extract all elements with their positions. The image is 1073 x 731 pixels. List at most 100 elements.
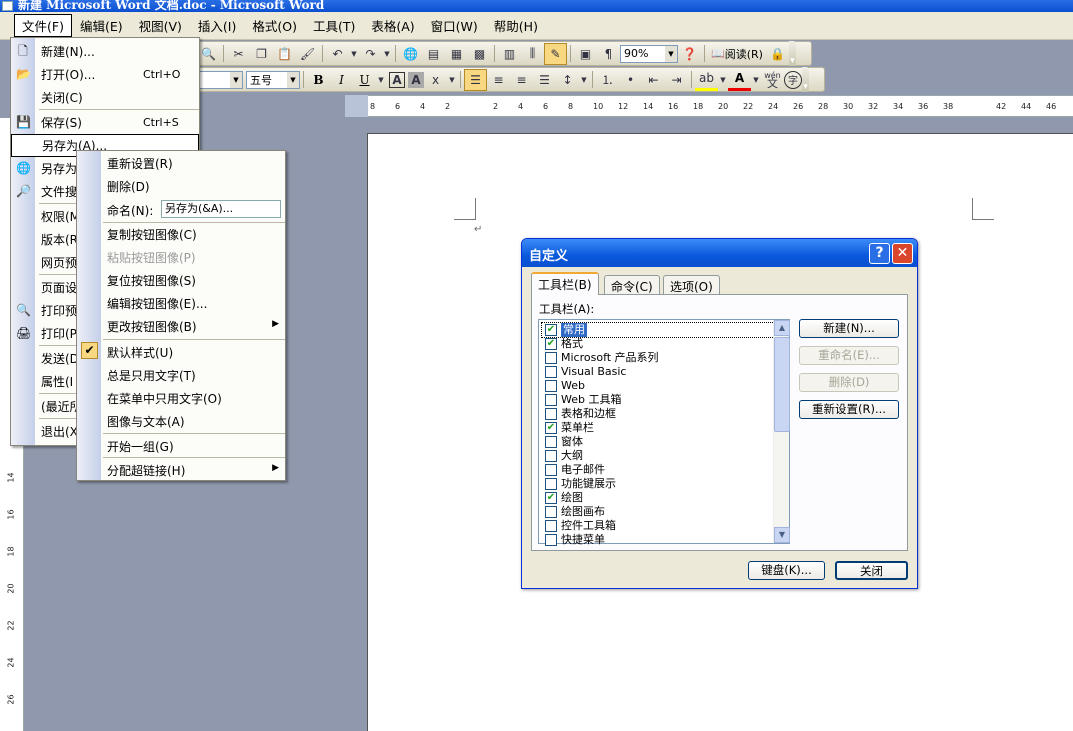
font-name-combo[interactable]: ▼ [197,70,243,89]
format-painter-icon[interactable]: 🖌 [296,43,319,65]
ctx-text-only-menus[interactable]: 在菜单中只用文字(O) [77,386,285,409]
toolbar-checkbox[interactable]: ✔ [545,338,557,350]
copy-icon[interactable]: ❐ [250,43,273,65]
toolbar-checkbox[interactable]: ✔ [545,422,557,434]
highlight-icon[interactable]: ab [695,69,718,91]
toolbar-checkbox[interactable] [545,394,557,406]
tab-toolbars[interactable]: 工具栏(B) [531,272,599,295]
redo-dropdown-icon[interactable]: ▼ [382,43,392,65]
toolbar-list-item[interactable]: 表格和边框 [542,407,774,421]
undo-dropdown-icon[interactable]: ▼ [349,43,359,65]
toolbar-checkbox[interactable] [545,436,557,448]
toolbar-list-item[interactable]: Web [542,379,774,393]
keyboard-button[interactable]: 键盘(K)... [748,561,825,580]
toolbar-checkbox[interactable] [545,478,557,490]
line-spacing-dropdown-icon[interactable]: ▼ [579,69,589,91]
menu-edit[interactable]: 编辑(E) [72,14,131,37]
ctx-assign-hyperlink[interactable]: 分配超链接(H) ▶ [77,458,285,481]
ctx-edit-image[interactable]: 编辑按钮图像(E)... [77,291,285,314]
menu-window[interactable]: 窗口(W) [423,14,486,37]
file-menu-close[interactable]: 关闭(C) [11,86,199,109]
file-menu-open[interactable]: 📂 打开(O)... Ctrl+O [11,63,199,86]
decrease-indent-icon[interactable]: ⇤ [642,69,665,91]
menu-help[interactable]: 帮助(H) [486,14,546,37]
toolbar-list-item[interactable]: ✔ 绘图 [542,491,774,505]
ctx-delete[interactable]: 删除(D) [77,174,285,197]
toolbar-checkbox[interactable]: ✔ [545,324,557,336]
font-size-dropdown-icon[interactable]: ▼ [287,71,299,88]
toolbar-list-item[interactable]: Visual Basic [542,365,774,379]
toolbar-list-item[interactable]: 控件工具箱 [542,519,774,533]
font-name-dropdown-icon[interactable]: ▼ [230,71,242,88]
increase-indent-icon[interactable]: ⇥ [665,69,688,91]
permission-icon[interactable]: 🔒 [766,43,789,65]
italic-button[interactable]: I [330,69,353,91]
reset-toolbar-button[interactable]: 重新设置(R)... [799,400,899,419]
scroll-thumb[interactable] [774,337,790,432]
toolbar-list-item[interactable]: ✔ 常用 [541,322,775,338]
underline-dropdown-icon[interactable]: ▼ [376,69,386,91]
toolbars-list[interactable]: ✔ 常用 ✔ 格式 Microsoft 产品系列 Visual Basic Web Web 工… [538,319,790,547]
menu-insert[interactable]: 插入(I) [190,14,244,37]
enclose-characters-icon[interactable]: 字 [784,70,802,89]
toolbar-list-item[interactable]: Web 工具箱 [542,393,774,407]
drawing-icon[interactable]: ⫼ [521,43,544,65]
dialog-close-button[interactable]: 关闭 [835,561,908,580]
phonetic-guide-button[interactable]: wén 文 [761,69,784,91]
toolbar-list-item[interactable]: 窗体 [542,435,774,449]
ctx-change-image[interactable]: 更改按钮图像(B) ▶ [77,314,285,337]
toolbar-list-item[interactable]: 电子邮件 [542,463,774,477]
toolbar-options-icon[interactable]: ▾ [802,67,809,92]
font-size-combo[interactable]: 五号 ▼ [246,70,300,89]
zoom-dropdown-icon[interactable]: ▼ [665,45,677,62]
toolbar-checkbox[interactable] [545,534,557,546]
cut-icon[interactable]: ✂ [227,43,250,65]
align-center-icon[interactable]: ≡ [487,69,510,91]
toolbar-list-item[interactable]: 快捷菜单 [542,533,774,547]
toolbar-checkbox[interactable]: ✔ [545,492,557,504]
tab-commands[interactable]: 命令(C) [604,275,660,294]
font-color-button[interactable]: A [728,69,751,91]
toolbar-options-icon[interactable]: ▾ [788,41,796,66]
scroll-up-icon[interactable]: ▲ [774,320,790,336]
char-scaling-icon[interactable]: ⅹ [424,69,447,91]
menu-table[interactable]: 表格(A) [363,14,422,37]
align-right-icon[interactable]: ≡ [510,69,533,91]
toolbar-list-item[interactable]: 绘图画布 [542,505,774,519]
toolbar-checkbox[interactable] [545,520,557,532]
line-spacing-icon[interactable]: ↕ [556,69,579,91]
font-color-dropdown-icon[interactable]: ▼ [751,69,761,91]
hyperlink-icon[interactable]: 🌐 [399,43,422,65]
ctx-text-only-always[interactable]: 总是只用文字(T) [77,363,285,386]
numbering-icon[interactable]: ⒈ [596,69,619,91]
menu-format[interactable]: 格式(O) [244,14,305,37]
scroll-down-icon[interactable]: ▼ [774,527,790,543]
char-scaling-dropdown-icon[interactable]: ▼ [447,69,457,91]
toolbar-list-item[interactable]: 大纲 [542,449,774,463]
toolbar-checkbox[interactable] [545,352,557,364]
help-button[interactable]: ? [869,243,890,264]
menu-file[interactable]: 文件(F) [14,14,72,37]
show-hide-icon[interactable]: ¶ [597,43,620,65]
underline-button[interactable]: U [353,69,376,91]
justify-icon[interactable]: ☰ [464,68,487,91]
new-toolbar-button[interactable]: 新建(N)... [799,319,899,338]
char-shading-icon[interactable]: A [408,71,424,88]
columns-icon[interactable]: ▥ [498,43,521,65]
close-icon[interactable]: ✕ [892,243,913,264]
insert-table-icon[interactable]: ▦ [445,43,468,65]
document-map-toggle-icon[interactable]: ▣ [574,43,597,65]
paste-icon[interactable]: 📋 [273,43,296,65]
bullets-icon[interactable]: • [619,69,642,91]
ctx-begin-group[interactable]: 开始一组(G) [77,434,285,457]
zoom-combo[interactable]: 90% ▼ [620,44,678,63]
rename-input[interactable]: 另存为(&A)... [161,200,281,218]
ctx-copy-image[interactable]: 复制按钮图像(C) [77,222,285,245]
toolbar-checkbox[interactable] [545,380,557,392]
undo-icon[interactable]: ↶ [326,43,349,65]
toolbar-list-item[interactable]: ✔ 菜单栏 [542,421,774,435]
highlight-dropdown-icon[interactable]: ▼ [718,69,728,91]
document-map-icon[interactable]: ✎ [544,42,567,65]
tab-options[interactable]: 选项(O) [663,275,720,294]
redo-icon[interactable]: ↷ [359,43,382,65]
